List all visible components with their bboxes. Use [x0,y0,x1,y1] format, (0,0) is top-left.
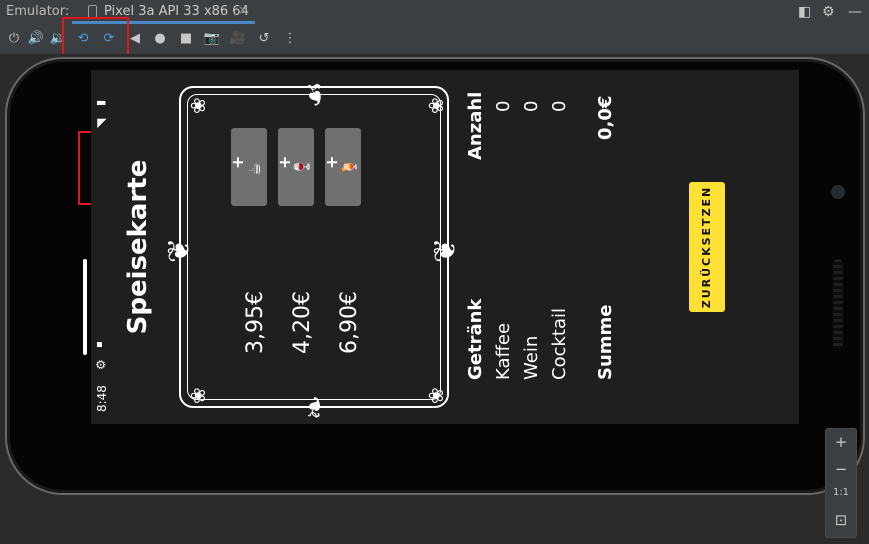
ornament-corner-icon: ❀ [424,97,448,114]
row-name-coffee: Kaffee [493,322,514,380]
price-coffee: 3,95€ [243,291,268,354]
wifi-icon: ◥ [94,118,108,128]
add-cocktail-button[interactable]: + 🍹 [322,128,361,206]
zoom-in-icon[interactable]: + [826,433,856,451]
ornament-corner-icon: ❀ [186,387,210,404]
menu-item-cocktail: 6,90€ + 🍹 [322,128,372,354]
settings-icon[interactable]: ⚙ [822,4,835,20]
row-count-coffee: 0 [493,100,514,112]
price-wine: 4,20€ [290,291,315,354]
coffee-icon: ☕ [246,162,264,176]
row-count-wine: 0 [521,100,542,112]
ornament-bottom-icon: ❦ [428,237,463,263]
plus-icon: + [275,155,294,169]
ornament-top-icon: ❦ [162,237,197,263]
camera-icon[interactable]: 📷 [203,30,221,48]
earpiece-speaker [833,259,843,349]
more-icon[interactable]: ⋮ [281,30,299,48]
zoom-actual-size-button[interactable]: 1:1 [826,487,856,498]
device-screen[interactable]: 8:48 ⚙ ▪ ◥ ▮ Speisekarte ❦ ❦ ❧ ☙ ❀ ❀ ❀ ❀… [91,70,799,424]
minimize-icon[interactable]: — [848,4,862,20]
price-cocktail: 6,90€ [337,291,362,354]
row-count-cocktail: 0 [549,100,570,112]
screenrecord-icon[interactable]: 🎥 [229,30,247,48]
emulator-toolbar: ⏻ 🔊 🔉 ⟲ ⟳ ◀ ● ■ 📷 🎥 ↺ ⋮ [0,24,869,55]
zoom-out-icon[interactable]: − [826,460,856,478]
menu-items: 3,95€ + ☕ 4,20€ + 🍷 6,90€ + 🍹 [228,128,372,354]
plus-icon: + [228,155,247,169]
battery-icon: ▮ [94,99,107,106]
row-name-wine: Wein [521,335,542,380]
status-bar: 8:48 ⚙ ▪ ◥ ▮ [91,70,113,424]
volume-up-icon[interactable]: 🔊 [27,30,45,48]
status-time: 8:48 [95,385,109,412]
row-name-cocktail: Cocktail [549,308,570,380]
menu-title: Speisekarte [123,159,153,335]
cocktail-icon: 🍹 [340,157,358,176]
tool-window-header: Emulator: Pixel 3a API 33 x86 64 × ◧ ⚙ — [0,0,869,24]
plus-icon: + [322,155,341,169]
wine-icon: 🍷 [293,157,311,176]
header-drink: Getränk [465,298,486,380]
ornament-right-icon: ☙ [298,81,333,108]
zoom-controls: + − 1:1 ⊡ [825,428,857,538]
add-coffee-button[interactable]: + ☕ [228,128,267,206]
zoom-fit-icon[interactable]: ⊡ [826,511,856,529]
add-wine-button[interactable]: + 🍷 [275,128,314,206]
settings-status-icon: ⚙ [94,359,108,370]
snapshot-icon[interactable]: ↺ [255,30,273,48]
front-camera [831,185,845,199]
sum-value: 0,0€ [595,95,616,140]
header-count: Anzahl [465,91,486,160]
menu-item-wine: 4,20€ + 🍷 [275,128,325,354]
emulator-label: Emulator: [6,4,70,19]
ornament-corner-icon: ❀ [186,97,210,114]
app-portrait-layout: 8:48 ⚙ ▪ ◥ ▮ Speisekarte ❦ ❦ ❧ ☙ ❀ ❀ ❀ ❀… [91,70,799,424]
gesture-nav-pill[interactable] [83,259,87,355]
menu-item-coffee: 3,95€ + ☕ [228,128,278,354]
sim-status-icon: ▪ [94,341,105,348]
layout-icon[interactable]: ◧ [798,4,811,20]
ornament-corner-icon: ❀ [424,387,448,404]
sum-label: Summe [595,304,616,381]
home-icon[interactable]: ● [151,30,169,48]
ornament-left-icon: ❧ [298,394,333,420]
overview-icon[interactable]: ■ [177,30,195,48]
power-icon[interactable]: ⏻ [5,30,23,48]
reset-button[interactable]: ZURÜCKSETZEN [689,182,725,312]
close-tab-icon[interactable]: × [238,3,248,17]
